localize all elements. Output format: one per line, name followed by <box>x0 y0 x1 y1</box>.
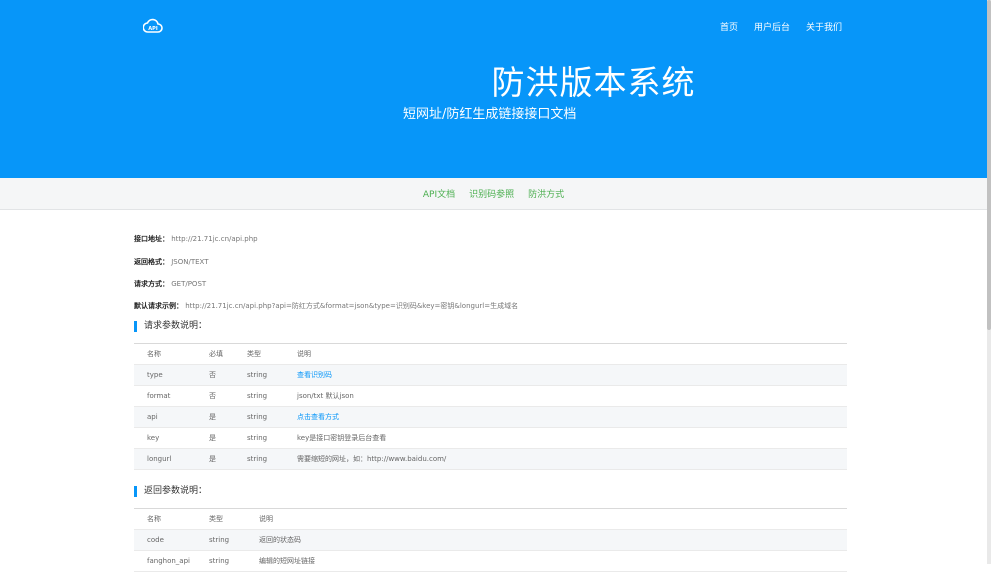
svg-text:API: API <box>148 26 158 32</box>
page-scrollbar[interactable] <box>987 0 991 564</box>
table-header-row: 名称 类型 说明 <box>134 508 847 530</box>
cloud-api-logo-icon[interactable]: API <box>143 18 163 34</box>
page-subtitle: 短网址/防红生成链接接口文档 <box>403 107 577 122</box>
top-nav: 首页 用户后台 关于我们 <box>720 20 842 33</box>
section-request-params: 请求参数说明： <box>134 321 207 332</box>
table-row: key 是 string key是接口密钥登录后台查看 <box>134 427 847 449</box>
table-row: type 否 string 查看识别码 <box>134 364 847 386</box>
hero-banner: API 首页 用户后台 关于我们 防洪版本系统 短网址/防红生成链接接口文档 <box>0 0 987 178</box>
table-row: format 否 string json/txt 默认json <box>134 385 847 407</box>
view-id-codes-link[interactable]: 查看识别码 <box>297 371 332 379</box>
info-example: 默认请求示例： http://21.71jc.cn/api.php?api=防红… <box>134 302 519 310</box>
nav-home[interactable]: 首页 <box>720 20 738 33</box>
table-row: longurl 是 string 需要缩短的网址，如：http://www.ba… <box>134 448 847 470</box>
scrollbar-thumb[interactable] <box>987 0 991 330</box>
table-row: code string 返回的状态码 <box>134 529 847 551</box>
info-method: 请求方式： GET/POST <box>134 280 207 288</box>
nav-user-dashboard[interactable]: 用户后台 <box>754 20 790 33</box>
info-format: 返回格式： JSON/TEXT <box>134 258 209 266</box>
sub-nav: API文档 识别码参照 防洪方式 <box>0 178 987 210</box>
table-row: api 是 string 点击查看方式 <box>134 406 847 428</box>
table-row: fanghon_api string 编辑的短网址链接 <box>134 550 847 572</box>
nav-about[interactable]: 关于我们 <box>806 20 842 33</box>
table-header-row: 名称 必填 类型 说明 <box>134 343 847 365</box>
page-title: 防洪版本系统 <box>491 63 696 102</box>
section-return-params: 返回参数说明： <box>134 486 207 497</box>
return-params-table: 名称 类型 说明 code string 返回的状态码 fanghon_api … <box>134 508 847 572</box>
info-endpoint: 接口地址： http://21.71jc.cn/api.php <box>134 235 258 243</box>
tab-id-codes[interactable]: 识别码参照 <box>469 187 514 200</box>
view-methods-link[interactable]: 点击查看方式 <box>297 413 339 421</box>
tab-api-docs[interactable]: API文档 <box>423 187 455 200</box>
tab-flood-methods[interactable]: 防洪方式 <box>528 187 564 200</box>
request-params-table: 名称 必填 类型 说明 type 否 string 查看识别码 format 否… <box>134 343 847 470</box>
